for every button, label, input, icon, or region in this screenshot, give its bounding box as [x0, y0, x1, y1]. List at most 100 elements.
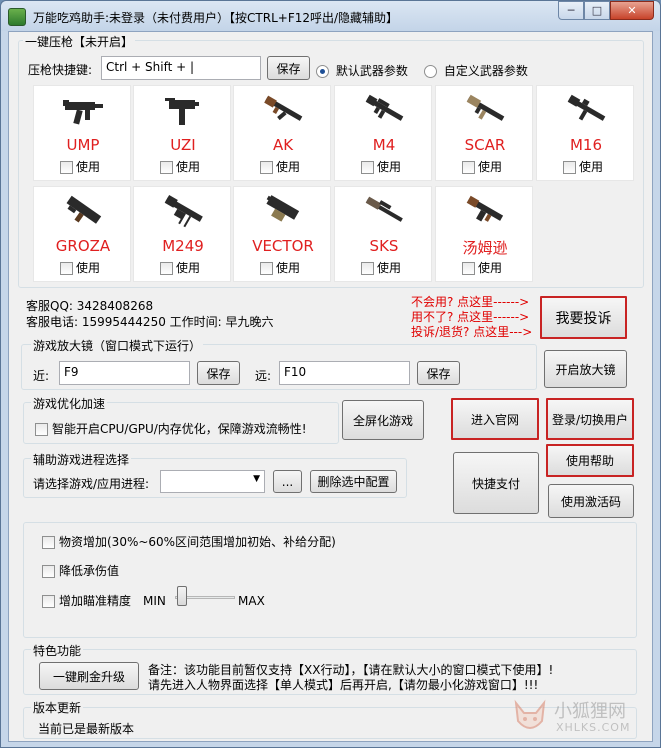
far-save-button[interactable]: 保存	[417, 361, 460, 385]
hotkey-input[interactable]: Ctrl + Shift + |	[101, 56, 261, 80]
hotkey-save-button[interactable]: 保存	[267, 56, 310, 80]
special-note-2: 请先进入人物界面选择【单人模式】后再开启,【请勿最小化游戏窗口】!!!	[148, 678, 539, 692]
weapon-use-label: 使用	[377, 160, 402, 174]
weapon-card-m4: M4 使用	[334, 85, 432, 181]
weapon-use-checkbox[interactable]: 使用	[462, 158, 502, 175]
far-hotkey-input[interactable]: F10	[279, 361, 410, 385]
weapon-use-checkbox[interactable]: 使用	[260, 259, 300, 276]
quick-pay-button[interactable]: 快捷支付	[453, 452, 539, 514]
weapon-use-checkbox[interactable]: 使用	[361, 158, 401, 175]
weapon-use-checkbox[interactable]: 使用	[462, 259, 502, 276]
process-select-label: 请选择游戏/应用进程:	[33, 477, 150, 491]
maximize-button[interactable]: □	[584, 1, 610, 20]
weapon-use-label: 使用	[176, 261, 201, 275]
weapon-name: GROZA	[55, 237, 111, 255]
open-magnifier-button[interactable]: 开启放大镜	[544, 350, 627, 388]
official-site-button[interactable]: 进入官网	[451, 398, 539, 440]
complaint-hint[interactable]: 投诉/退货? 点这里--->	[411, 323, 532, 340]
weapon-use-checkbox[interactable]: 使用	[563, 158, 603, 175]
fullscreen-game-button[interactable]: 全屏化游戏	[342, 400, 424, 440]
supply-increase-checkbox[interactable]: 物资增加(30%~60%区间范围增加初始、补给分配)	[42, 533, 336, 550]
radio-default-label: 默认武器参数	[335, 64, 408, 78]
browse-process-button[interactable]: ...	[273, 470, 302, 493]
smg-icon	[60, 88, 106, 132]
weapon-use-checkbox[interactable]: 使用	[60, 259, 100, 276]
rifle-icon	[60, 189, 106, 233]
near-hotkey-input[interactable]: F9	[59, 361, 190, 385]
close-button[interactable]: ✕	[610, 1, 654, 20]
checkbox-icon	[42, 595, 55, 608]
help-button[interactable]: 使用帮助	[546, 444, 634, 477]
weapon-use-label: 使用	[76, 261, 101, 275]
login-switch-button[interactable]: 登录/切换用户	[546, 398, 634, 440]
support-qq: 客服QQ: 3428408268	[26, 299, 154, 313]
weapon-name: VECTOR	[252, 237, 314, 255]
process-group-label: 辅助游戏进程选择	[31, 451, 132, 468]
app-icon	[8, 8, 26, 26]
rifle-icon	[563, 88, 609, 132]
smart-optimize-checkbox[interactable]: 智能开启CPU/GPU/内存优化，保障游戏流畅性!	[35, 420, 307, 437]
checkbox-icon	[462, 262, 475, 275]
slider-max-label: MAX	[238, 594, 265, 608]
radio-custom-weapon[interactable]: 自定义武器参数	[424, 62, 528, 79]
slider-thumb[interactable]	[177, 586, 187, 606]
window-controls: ─ □ ✕	[558, 1, 654, 21]
aim-precision-checkbox[interactable]: 增加瞄准精度	[42, 592, 131, 609]
checkbox-icon	[260, 262, 273, 275]
chevron-down-icon: ▼	[253, 474, 260, 484]
weapon-card-uzi: UZI 使用	[133, 85, 231, 181]
recoil-group-label: 一键压枪【未开启】	[23, 33, 136, 50]
checkbox-icon	[361, 262, 374, 275]
near-save-button[interactable]: 保存	[197, 361, 240, 385]
watermark-cn: 小狐狸网	[554, 701, 626, 722]
weapon-name: UMP	[66, 136, 100, 154]
weapon-name: M249	[162, 237, 204, 255]
update-group-label: 版本更新	[31, 699, 84, 716]
weapon-use-checkbox[interactable]: 使用	[260, 158, 300, 175]
checkbox-icon	[462, 161, 475, 174]
supply-increase-label: 物资增加(30%~60%区间范围增加初始、补给分配)	[59, 535, 336, 549]
checkbox-icon	[35, 423, 48, 436]
weapon-name: 汤姆逊	[462, 239, 508, 257]
weapon-use-checkbox[interactable]: 使用	[160, 259, 200, 276]
weapon-card-scar: SCAR 使用	[435, 85, 533, 181]
weapon-card-groza: GROZA 使用	[33, 186, 131, 282]
weapon-use-checkbox[interactable]: 使用	[160, 158, 200, 175]
radio-custom-label: 自定义武器参数	[443, 64, 528, 78]
radio-default-weapon[interactable]: 默认武器参数	[316, 62, 408, 79]
weapon-card-m249: M249 使用	[133, 186, 231, 282]
minimize-button[interactable]: ─	[558, 1, 584, 20]
weapon-card-m16: M16 使用	[536, 85, 634, 181]
weapon-use-checkbox[interactable]: 使用	[361, 259, 401, 276]
checkbox-icon	[60, 262, 73, 275]
aim-slider[interactable]	[175, 586, 235, 610]
machine-gun-icon	[160, 189, 206, 233]
weapon-use-label: 使用	[276, 160, 301, 174]
magnifier-group-label: 游戏放大镜（窗口模式下运行）	[31, 337, 204, 354]
main-panel: 一键压枪【未开启】 压枪快捷键: Ctrl + Shift + | 保存 默认武…	[8, 31, 653, 742]
weapon-use-label: 使用	[76, 160, 101, 174]
far-label: 远:	[255, 369, 272, 383]
window-title: 万能吃鸡助手:未登录（未付费用户）【按CTRL+F12呼出/隐藏辅助】	[33, 11, 399, 25]
weapon-use-checkbox[interactable]: 使用	[60, 158, 100, 175]
gold-upgrade-button[interactable]: 一键刷金升级	[39, 662, 139, 690]
rifle-icon	[361, 88, 407, 132]
title-bar[interactable]: 万能吃鸡助手:未登录（未付费用户）【按CTRL+F12呼出/隐藏辅助】 ─ □ …	[1, 1, 660, 31]
fox-icon	[514, 699, 546, 729]
complain-button[interactable]: 我要投诉	[540, 296, 627, 339]
activation-code-button[interactable]: 使用激活码	[548, 484, 634, 518]
special-group-label: 特色功能	[31, 642, 84, 659]
delete-config-button[interactable]: 删除选中配置	[310, 470, 397, 493]
checkbox-icon	[42, 536, 55, 549]
checkbox-icon	[563, 161, 576, 174]
weapon-card-sks: SKS 使用	[334, 186, 432, 282]
weapon-card-thompson: 汤姆逊 使用	[435, 186, 533, 282]
rifle-icon	[260, 88, 306, 132]
process-dropdown[interactable]: ▼	[160, 470, 265, 493]
weapon-use-label: 使用	[176, 160, 201, 174]
weapon-name: SCAR	[464, 136, 506, 154]
rifle-icon	[361, 189, 407, 233]
reduce-damage-checkbox[interactable]: 降低承伤值	[42, 562, 119, 579]
checkbox-icon	[361, 161, 374, 174]
watermark-en: XHLKS.COM	[556, 721, 631, 734]
